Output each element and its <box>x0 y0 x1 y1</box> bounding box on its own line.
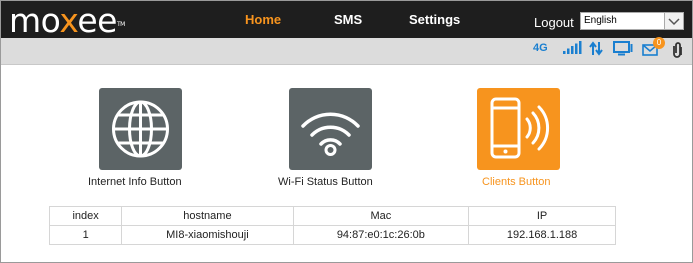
data-transfer-icon <box>589 41 603 61</box>
internet-info-button-label[interactable]: Internet Info Button <box>88 176 182 188</box>
wifi-status-button-label[interactable]: Wi-Fi Status Button <box>278 176 373 188</box>
network-type-label: 4G <box>533 42 548 54</box>
moxee-logo: moxeeTM <box>9 1 125 40</box>
column-header-mac: Mac <box>292 206 470 226</box>
paperclip-icon[interactable] <box>669 41 685 64</box>
nav-home-link[interactable]: Home <box>245 12 281 27</box>
wifi-icon <box>289 112 372 174</box>
router-admin-page: moxeeTM Home SMS Settings Logout English… <box>0 0 693 263</box>
column-header-ip: IP <box>468 206 616 226</box>
message-count-badge: 0 <box>653 37 665 49</box>
language-select[interactable]: English <box>580 12 684 30</box>
chevron-down-icon[interactable] <box>664 13 683 29</box>
table-row: 1 MI8-xiaomishouji 94:87:e0:1c:26:0b 192… <box>48 225 616 245</box>
nav-settings-link[interactable]: Settings <box>409 12 460 27</box>
client-index-cell: 1 <box>48 225 123 245</box>
language-select-value: English <box>584 15 617 26</box>
clients-button-label[interactable]: Clients Button <box>482 176 550 188</box>
logout-link[interactable]: Logout <box>534 15 574 30</box>
nav-sms-link[interactable]: SMS <box>334 12 362 27</box>
globe-icon <box>99 100 182 174</box>
wifi-status-button[interactable] <box>289 88 372 170</box>
client-ip-cell: 192.168.1.188 <box>468 225 616 245</box>
smartphone-icon <box>477 97 560 174</box>
client-hostname-cell: MI8-xiaomishouji <box>121 225 294 245</box>
column-header-hostname: hostname <box>121 206 294 226</box>
signal-bars-icon <box>562 41 582 60</box>
table-header-row: index hostname Mac IP <box>48 206 616 226</box>
client-mac-cell: 94:87:e0:1c:26:0b <box>292 225 470 245</box>
status-bar: 4G 0 <box>1 37 692 65</box>
top-navigation-bar: moxeeTM Home SMS Settings Logout English <box>1 1 692 40</box>
clients-button[interactable] <box>477 88 560 170</box>
internet-info-button[interactable] <box>99 88 182 170</box>
clients-table: index hostname Mac IP 1 MI8-xiaomishouji… <box>48 206 616 245</box>
monitor-icon[interactable] <box>613 41 633 61</box>
column-header-index: index <box>48 206 123 226</box>
